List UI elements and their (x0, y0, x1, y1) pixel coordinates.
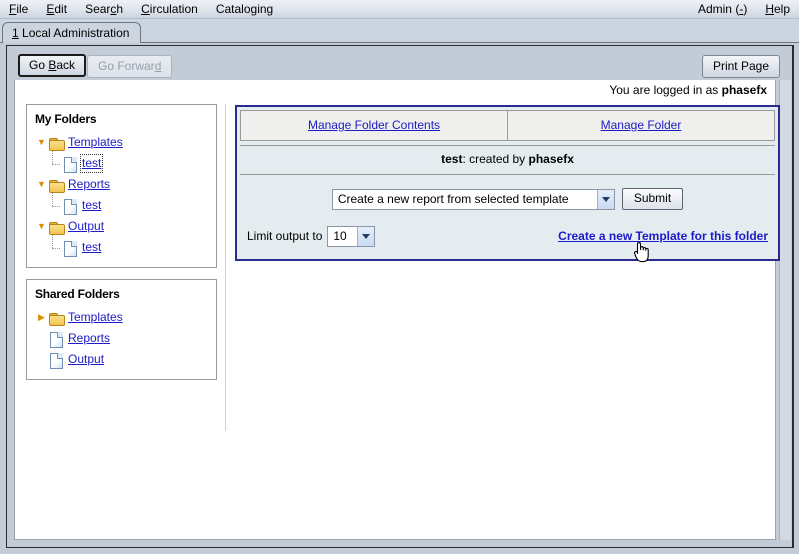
folder-icon (48, 177, 66, 193)
tree-link-shared-reports[interactable]: Reports (68, 331, 110, 346)
triangle-spacer: ▶ (35, 355, 48, 364)
application-frame: Go Back Go Forward Print Page You are lo… (6, 45, 794, 548)
tree-link-test-template[interactable]: test (82, 156, 101, 171)
menu-item-edit[interactable]: Edit (37, 1, 76, 18)
vertical-scrollbar[interactable] (779, 80, 791, 540)
tab-strip: 1 Local Administration (0, 19, 799, 43)
tree-node-my-output[interactable]: ▼ Output (35, 216, 208, 237)
submit-button[interactable]: Submit (622, 188, 683, 210)
login-status: You are logged in as phasefx (609, 83, 767, 98)
tab-manage-folder[interactable]: Manage Folder (508, 110, 775, 141)
limit-output-select[interactable]: 10 (327, 226, 375, 247)
my-folders-title: My Folders (35, 112, 208, 127)
triangle-expanded-icon[interactable]: ▼ (35, 138, 48, 147)
go-back-button[interactable]: Go Back (18, 54, 86, 77)
tab-label: Local Administration (22, 26, 129, 40)
menu-item-admin[interactable]: Admin (-) (689, 1, 756, 18)
triangle-expanded-icon[interactable]: ▼ (35, 180, 48, 189)
folder-info-row: test: created by phasefx (240, 145, 775, 175)
tab-local-administration[interactable]: 1 Local Administration (2, 22, 141, 43)
folder-detail-area: Manage Folder Contents Manage Folder tes… (226, 104, 780, 431)
limit-output-label: Limit output to (247, 229, 322, 244)
tree-link-test-output[interactable]: test (82, 240, 101, 255)
go-forward-button[interactable]: Go Forward (87, 55, 172, 78)
action-row: Create a new report from selected templa… (247, 188, 768, 210)
folder-form: Create a new report from selected templa… (237, 175, 778, 259)
tree-node-shared-output[interactable]: ▶ Output (35, 349, 208, 370)
tree-node-shared-reports[interactable]: ▶ Reports (35, 328, 208, 349)
folder-name: test (441, 152, 462, 166)
folder-info-middle: : created by (462, 152, 528, 166)
document-icon (48, 352, 66, 368)
shared-folders-box: Shared Folders ▶ Templates ▶ Reports ▶ (26, 279, 217, 380)
document-icon (62, 240, 80, 256)
tab-accelerator-number: 1 (12, 26, 19, 40)
main-pane: My Folders ▼ Templates test ▼ (19, 104, 771, 431)
tree-connector (49, 155, 62, 173)
tree-link-shared-output[interactable]: Output (68, 352, 104, 367)
tree-link-test-report[interactable]: test (82, 198, 101, 213)
print-page-button[interactable]: Print Page (702, 55, 780, 78)
tab-manage-folder-contents[interactable]: Manage Folder Contents (240, 110, 508, 141)
menu-item-help[interactable]: Help (756, 1, 799, 18)
menu-bar-right: Admin (-) Help (689, 1, 799, 18)
tree-link-reports[interactable]: Reports (68, 177, 110, 192)
folder-icon (48, 219, 66, 235)
tree-node-my-templates-test[interactable]: test (35, 153, 208, 174)
tree-link-templates[interactable]: Templates (68, 135, 123, 150)
tree-link-shared-templates[interactable]: Templates (68, 310, 123, 325)
tree-node-my-reports-test[interactable]: test (35, 195, 208, 216)
folders-sidebar: My Folders ▼ Templates test ▼ (19, 104, 226, 431)
limit-row: Limit output to 10 Create a new Template… (247, 226, 768, 247)
tab-manage-folder-link[interactable]: Manage Folder (601, 118, 682, 132)
menu-item-search[interactable]: Search (76, 1, 132, 18)
tab-manage-folder-contents-link[interactable]: Manage Folder Contents (308, 118, 440, 132)
menu-item-file[interactable]: File (0, 1, 37, 18)
folder-panel-tabs: Manage Folder Contents Manage Folder (237, 107, 778, 144)
tree-node-my-reports[interactable]: ▼ Reports (35, 174, 208, 195)
triangle-spacer: ▶ (35, 334, 48, 343)
page-content: You are logged in as phasefx My Folders … (14, 80, 776, 540)
folder-owner: phasefx (529, 152, 574, 166)
menu-item-cataloging[interactable]: Cataloging (207, 1, 282, 18)
folder-icon (48, 310, 66, 326)
tree-node-my-templates[interactable]: ▼ Templates (35, 132, 208, 153)
tree-link-output[interactable]: Output (68, 219, 104, 234)
navigation-toolbar: Go Back Go Forward Print Page (7, 46, 792, 80)
limit-output-value: 10 (328, 227, 357, 246)
tree-node-shared-templates[interactable]: ▶ Templates (35, 307, 208, 328)
my-folders-box: My Folders ▼ Templates test ▼ (26, 104, 217, 268)
document-icon (48, 331, 66, 347)
chevron-down-icon[interactable] (597, 190, 614, 209)
tree-connector (49, 197, 62, 215)
shared-folders-title: Shared Folders (35, 287, 208, 302)
login-username: phasefx (722, 83, 767, 97)
tree-node-my-output-test[interactable]: test (35, 237, 208, 258)
triangle-collapsed-icon[interactable]: ▶ (35, 313, 48, 322)
chevron-down-icon[interactable] (357, 227, 374, 246)
document-icon (62, 198, 80, 214)
action-select[interactable]: Create a new report from selected templa… (332, 189, 615, 210)
create-template-link[interactable]: Create a new Template for this folder (558, 229, 768, 244)
folder-icon (48, 135, 66, 151)
menu-item-circulation[interactable]: Circulation (132, 1, 207, 18)
action-select-value: Create a new report from selected templa… (333, 190, 597, 209)
menu-bar: File Edit Search Circulation Cataloging … (0, 0, 799, 19)
tree-connector (49, 239, 62, 257)
triangle-expanded-icon[interactable]: ▼ (35, 222, 48, 231)
login-status-text: You are logged in as (609, 83, 721, 97)
document-icon (62, 156, 80, 172)
folder-panel: Manage Folder Contents Manage Folder tes… (235, 105, 780, 261)
